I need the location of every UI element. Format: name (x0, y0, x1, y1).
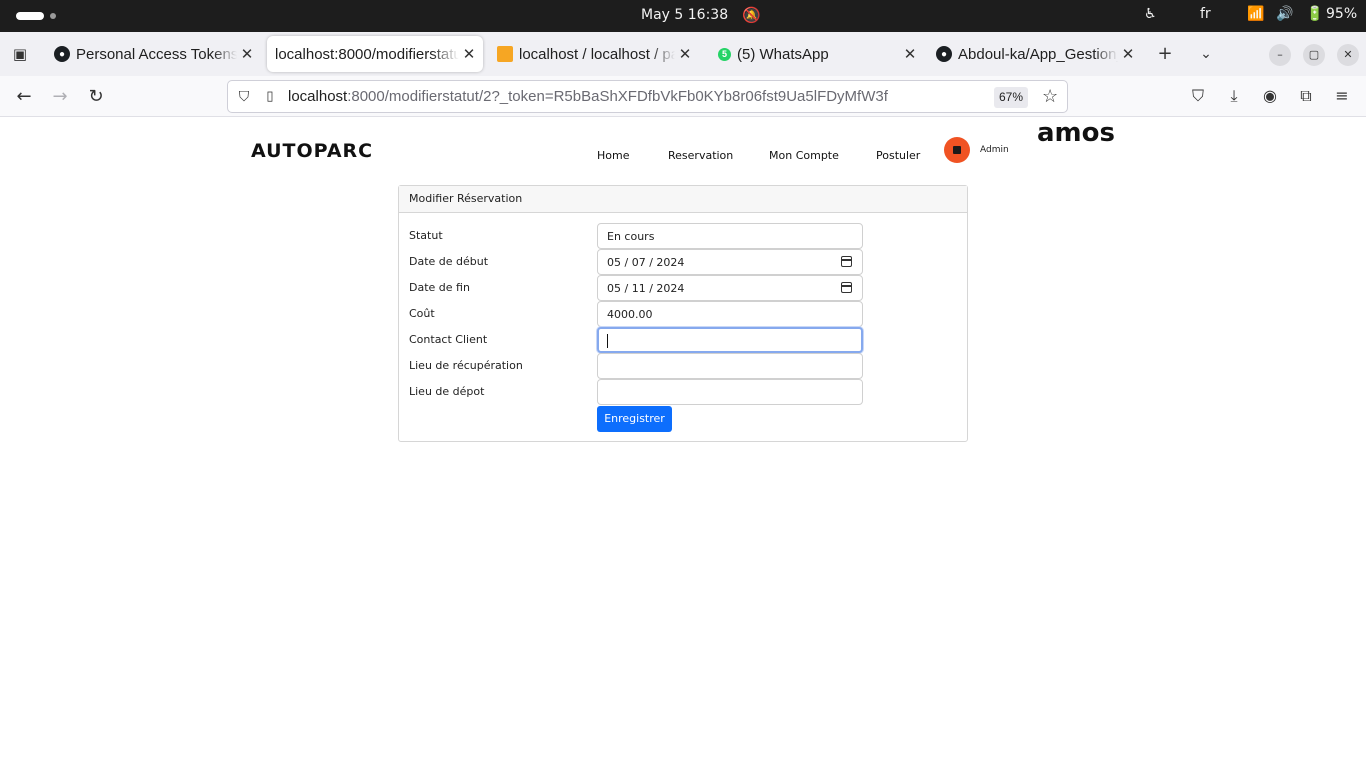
url-path: :8000/modifierstatut/2?_token=R5bBaShXFD… (347, 88, 888, 105)
tab-personal-access-tokens[interactable]: ● Personal Access Tokens ( ✕ (46, 36, 261, 72)
account-icon[interactable]: ◉ (1259, 85, 1281, 107)
close-tab-icon[interactable]: ✕ (459, 45, 479, 63)
cout-label: Coût (409, 307, 435, 320)
minimize-icon[interactable]: – (1269, 44, 1291, 66)
date-debut-label: Date de début (409, 255, 489, 268)
avatar[interactable] (944, 137, 970, 163)
contact-client-label: Contact Client (409, 333, 488, 346)
battery-level: 95% (1326, 6, 1358, 22)
battery-icon[interactable]: 🔋 (1306, 6, 1323, 22)
cout-value: 4000.00 (607, 308, 653, 321)
close-tab-icon[interactable]: ✕ (900, 45, 920, 63)
tab-whatsapp[interactable]: 5 (5) WhatsApp ✕ (710, 36, 924, 72)
text-caret (607, 334, 608, 348)
phpmyadmin-icon (497, 46, 513, 62)
edit-reservation-card: Modifier Réservation Statut En cours Dat… (398, 185, 968, 442)
browser-toolbar: ← → ↻ ⛉ ▯ localhost:8000/modifierstatut/… (0, 76, 1366, 117)
date-fin-field[interactable]: 05 / 11 / 2024 (597, 275, 863, 301)
whatsapp-badge: 5 (721, 49, 727, 59)
notifications-muted-icon[interactable]: 🔕 (742, 6, 761, 24)
tab-github-repo[interactable]: ● Abdoul-ka/App_Gestion_ ✕ (928, 36, 1142, 72)
close-tab-icon[interactable]: ✕ (1118, 45, 1138, 63)
github-icon: ● (936, 46, 952, 62)
tab-title: Abdoul-ka/App_Gestion_ (958, 45, 1118, 63)
tab-title: localhost:8000/modifierstatut (275, 45, 459, 63)
statut-value: En cours (607, 230, 655, 243)
calendar-icon[interactable] (841, 282, 852, 293)
tab-list-chevron-icon[interactable]: ⌄ (1196, 44, 1216, 64)
wifi-icon[interactable]: 📶 (1247, 6, 1264, 22)
date-debut-value: 05 / 07 / 2024 (607, 256, 685, 269)
tab-title: Personal Access Tokens ( (76, 45, 237, 63)
card-title: Modifier Réservation (399, 186, 967, 213)
nav-postuler[interactable]: Postuler (876, 149, 920, 162)
menu-hamburger-icon[interactable]: ≡ (1331, 85, 1353, 107)
lieu-recuperation-label: Lieu de récupération (409, 359, 523, 372)
reload-icon[interactable]: ↻ (84, 85, 108, 109)
statut-field[interactable]: En cours (597, 223, 863, 249)
github-icon: ● (54, 46, 70, 62)
contact-client-field[interactable] (597, 327, 863, 353)
calendar-icon[interactable] (841, 256, 852, 267)
workspace-dot (50, 13, 56, 19)
system-clock[interactable]: May 5 16:38 (641, 7, 728, 23)
forward-icon[interactable]: → (48, 85, 72, 109)
tab-title: (5) WhatsApp (737, 45, 829, 63)
admin-label[interactable]: Admin (980, 145, 1009, 155)
page-info-icon[interactable]: ▯ (262, 88, 278, 106)
statut-label: Statut (409, 229, 443, 242)
close-tab-icon[interactable]: ✕ (675, 45, 695, 63)
nav-reservation[interactable]: Reservation (668, 149, 733, 162)
site-brand[interactable]: AUTOPARC (251, 140, 373, 162)
close-window-icon[interactable]: ✕ (1337, 44, 1359, 66)
lieu-depot-field[interactable] (597, 379, 863, 405)
user-icon (953, 146, 961, 154)
nav-mon-compte[interactable]: Mon Compte (769, 149, 839, 162)
volume-icon[interactable]: 🔊 (1276, 6, 1293, 22)
tab-title: localhost / localhost / pa (519, 45, 675, 63)
whatsapp-icon: 5 (718, 47, 731, 61)
tab-phpmyadmin[interactable]: localhost / localhost / pa ✕ (489, 36, 699, 72)
maximize-icon[interactable]: ▢ (1303, 44, 1325, 66)
activities-indicator[interactable] (16, 12, 44, 20)
keyboard-language[interactable]: fr (1200, 6, 1211, 22)
new-tab-icon[interactable]: + (1155, 44, 1175, 64)
address-bar[interactable]: ⛉ ▯ localhost:8000/modifierstatut/2?_tok… (227, 80, 1068, 113)
url-text[interactable]: localhost:8000/modifierstatut/2?_token=R… (288, 88, 888, 105)
page-content: AUTOPARC Home Reservation Mon Compte Pos… (0, 117, 1366, 768)
shield-icon[interactable]: ⛉ (235, 88, 253, 106)
tab-modifierstatut[interactable]: localhost:8000/modifierstatut ✕ (267, 36, 483, 72)
firefox-view-icon[interactable]: ▣ (8, 42, 32, 66)
extensions-icon[interactable]: ⧉ (1295, 85, 1317, 107)
accessibility-icon[interactable]: ♿ (1144, 6, 1157, 22)
date-debut-field[interactable]: 05 / 07 / 2024 (597, 249, 863, 275)
lieu-recuperation-field[interactable] (597, 353, 863, 379)
date-fin-value: 05 / 11 / 2024 (607, 282, 685, 295)
bookmark-star-icon[interactable]: ☆ (1042, 86, 1058, 107)
date-fin-label: Date de fin (409, 281, 470, 294)
system-top-bar: May 5 16:38 🔕 ♿ fr 📶 🔊 🔋 95% (0, 0, 1366, 32)
save-button[interactable]: Enregistrer (597, 406, 672, 432)
user-name: amos (1037, 118, 1115, 148)
browser-tab-strip: ▣ ● Personal Access Tokens ( ✕ localhost… (0, 32, 1366, 76)
close-tab-icon[interactable]: ✕ (237, 45, 257, 63)
nav-home[interactable]: Home (597, 149, 629, 162)
url-host: localhost (288, 88, 348, 105)
back-icon[interactable]: ← (12, 85, 36, 109)
zoom-level[interactable]: 67% (994, 87, 1029, 108)
downloads-icon[interactable]: ⤓ (1223, 85, 1245, 107)
pocket-icon[interactable]: ⛉ (1187, 85, 1209, 107)
cout-field[interactable]: 4000.00 (597, 301, 863, 327)
lieu-depot-label: Lieu de dépot (409, 385, 485, 398)
